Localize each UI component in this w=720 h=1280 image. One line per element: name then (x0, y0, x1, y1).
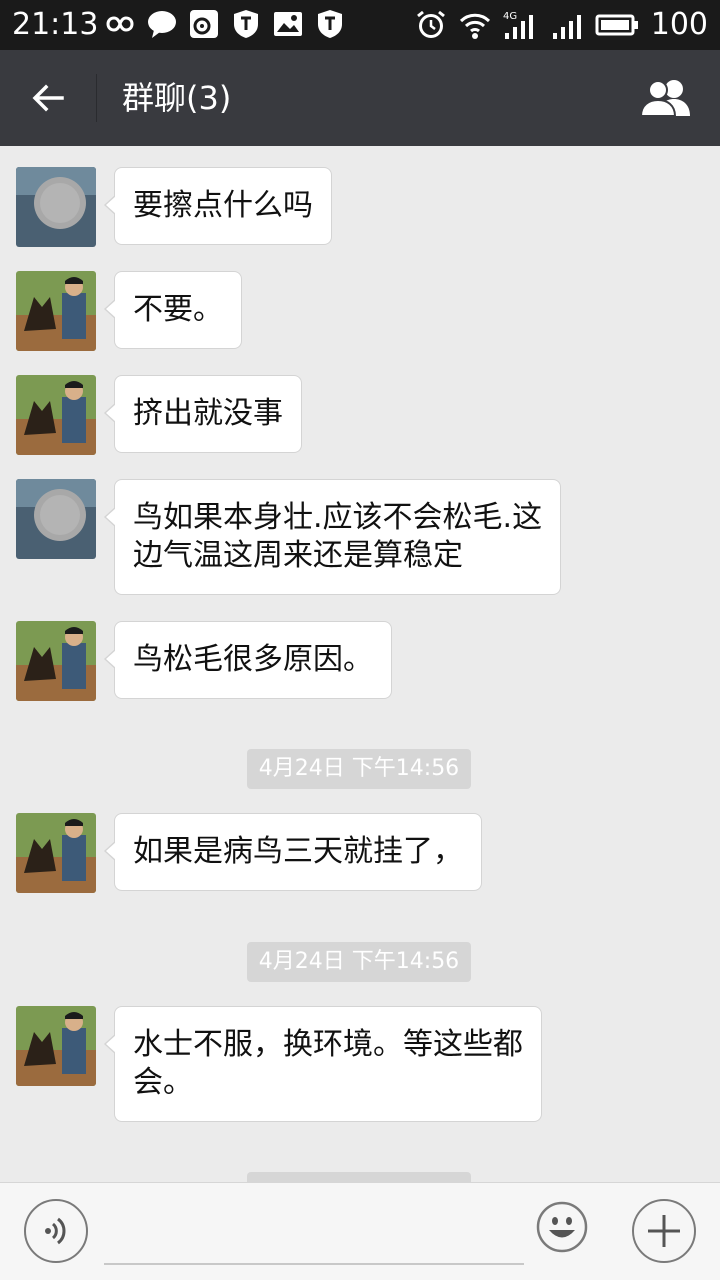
title-bar: 群聊(3) (0, 50, 720, 146)
message-row: 鸟如果本身壮.应该不会松毛.这 边气温这周来还是算稳定 (16, 479, 562, 595)
weibo-icon (190, 10, 218, 38)
message-row: 挤出就没事 (16, 375, 302, 455)
emoji-icon[interactable] (536, 1201, 588, 1253)
message-bubble[interactable]: 鸟如果本身壮.应该不会松毛.这 边气温这周来还是算稳定 (103, 479, 562, 595)
infinity-icon (106, 16, 134, 32)
message-row: 如果是病鸟三天就挂了， (16, 813, 482, 893)
photo-avatar-dog[interactable] (16, 1006, 96, 1086)
message-bubble[interactable]: 不要。 (104, 271, 242, 349)
message-row: 水士不服，换环境。等这些都 会。 (16, 1006, 542, 1122)
message-bubble[interactable]: 如果是病鸟三天就挂了， (104, 813, 482, 891)
notification-icons (104, 8, 346, 40)
message-row: 不要。 (16, 271, 242, 351)
system-icons: 4G 100 (415, 6, 708, 44)
blurred-avatar[interactable] (16, 479, 96, 559)
status-bar: 21:13 4G 100 (0, 0, 720, 50)
network-type-label: 4G (503, 11, 517, 22)
timestamp-pill: 4月24日 下午14:56 (247, 749, 471, 789)
group-members-icon (639, 80, 690, 117)
more-options-button[interactable] (632, 1199, 696, 1263)
battery-icon (595, 14, 638, 36)
group-members-button[interactable] (636, 72, 696, 124)
message-row: 要擦点什么吗 (16, 167, 332, 247)
photo-avatar-dog[interactable] (16, 813, 96, 893)
shield-icon (318, 10, 342, 38)
alarm-icon (416, 10, 445, 38)
timestamp-pill-partial (247, 1172, 471, 1182)
photo-avatar-dog[interactable] (16, 621, 96, 701)
battery-level: 100 (650, 7, 708, 42)
message-bubble[interactable]: 水士不服，换环境。等这些都 会。 (104, 1006, 542, 1122)
voice-button[interactable] (24, 1199, 88, 1263)
status-time: 21:13 (12, 7, 99, 42)
back-arrow-icon (32, 84, 64, 112)
photo-avatar-dog[interactable] (16, 271, 96, 351)
chat-message-list[interactable]: 要擦点什么吗 不要。 挤出就没事 鸟如果本身壮.应该不会松毛.这 边气温这周来还… (0, 146, 720, 1182)
voice-icon (45, 1217, 66, 1245)
chat-bubble-icon (148, 11, 176, 38)
message-row: 鸟松毛很多原因。 (16, 621, 392, 701)
shield-icon (234, 10, 258, 38)
photo-avatar-dog[interactable] (16, 375, 96, 455)
blurred-avatar[interactable] (16, 167, 96, 247)
plus-icon (648, 1215, 680, 1247)
message-input[interactable] (104, 1199, 524, 1265)
signal-icon (552, 15, 581, 39)
title-divider (96, 74, 97, 122)
timestamp-pill: 4月24日 下午14:56 (247, 942, 471, 982)
signal-4g-icon: 4G (503, 11, 533, 39)
input-bar (0, 1182, 720, 1280)
image-icon (274, 12, 302, 36)
message-bubble[interactable]: 要擦点什么吗 (104, 167, 332, 245)
message-bubble[interactable]: 鸟松毛很多原因。 (104, 621, 392, 699)
wifi-icon (459, 13, 490, 39)
page-title: 群聊(3) (122, 79, 232, 117)
back-button[interactable] (22, 72, 74, 124)
message-bubble[interactable]: 挤出就没事 (104, 375, 302, 453)
